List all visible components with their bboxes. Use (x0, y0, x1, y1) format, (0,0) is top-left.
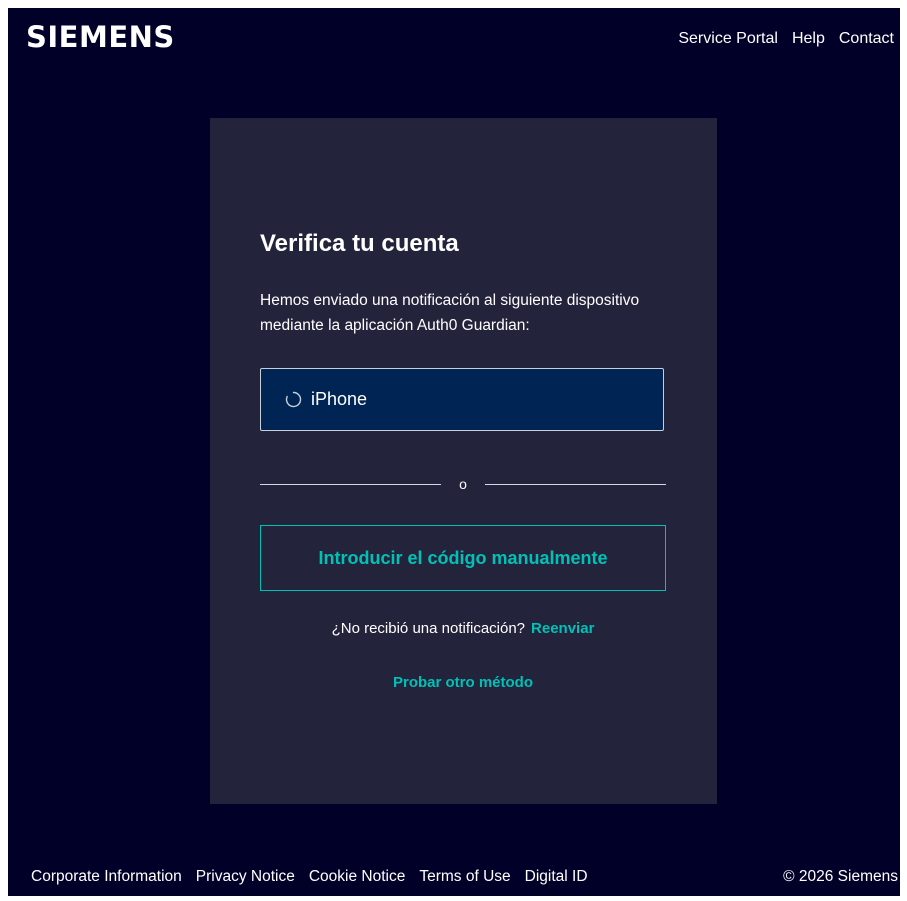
resend-prompt: ¿No recibió una notificación? (331, 620, 526, 637)
divider-text: o (459, 476, 467, 492)
page: SIEMENS Service Portal Help Contact Veri… (8, 8, 900, 896)
divider-line-right (484, 483, 667, 485)
footer-link-privacy-notice[interactable]: Privacy Notice (196, 868, 295, 886)
enter-code-manually-button[interactable]: Introducir el código manualmente (260, 525, 666, 591)
resend-link[interactable]: Reenviar (531, 620, 594, 637)
verification-card: Verifica tu cuenta Hemos enviado una not… (210, 118, 717, 804)
siemens-logo[interactable]: SIEMENS (26, 20, 175, 54)
or-divider: o (260, 476, 667, 492)
notification-description: Hemos enviado una notificación al siguie… (260, 292, 640, 334)
nav-link-contact[interactable]: Contact (839, 30, 894, 48)
divider-line-left (260, 483, 442, 485)
device-option-iphone[interactable]: iPhone (260, 368, 664, 431)
footer-link-cookie-notice[interactable]: Cookie Notice (309, 868, 406, 886)
footer-link-digital-id[interactable]: Digital ID (525, 868, 588, 886)
nav-link-help[interactable]: Help (792, 30, 825, 48)
footer-link-corporate-information[interactable]: Corporate Information (31, 868, 182, 886)
copyright: © 2026 Siemens (783, 868, 898, 885)
try-another-method-link[interactable]: Probar otro método (260, 674, 666, 691)
resend-row: ¿No recibió una notificación? Reenviar (260, 620, 666, 637)
page-title: Verifica tu cuenta (260, 230, 459, 257)
spinner-icon (285, 391, 302, 408)
nav-link-service-portal[interactable]: Service Portal (678, 30, 778, 48)
device-label: iPhone (311, 389, 368, 409)
footer-links: Corporate Information Privacy Notice Coo… (31, 868, 588, 886)
footer-link-terms-of-use[interactable]: Terms of Use (419, 868, 510, 886)
top-nav: Service Portal Help Contact (678, 30, 894, 48)
